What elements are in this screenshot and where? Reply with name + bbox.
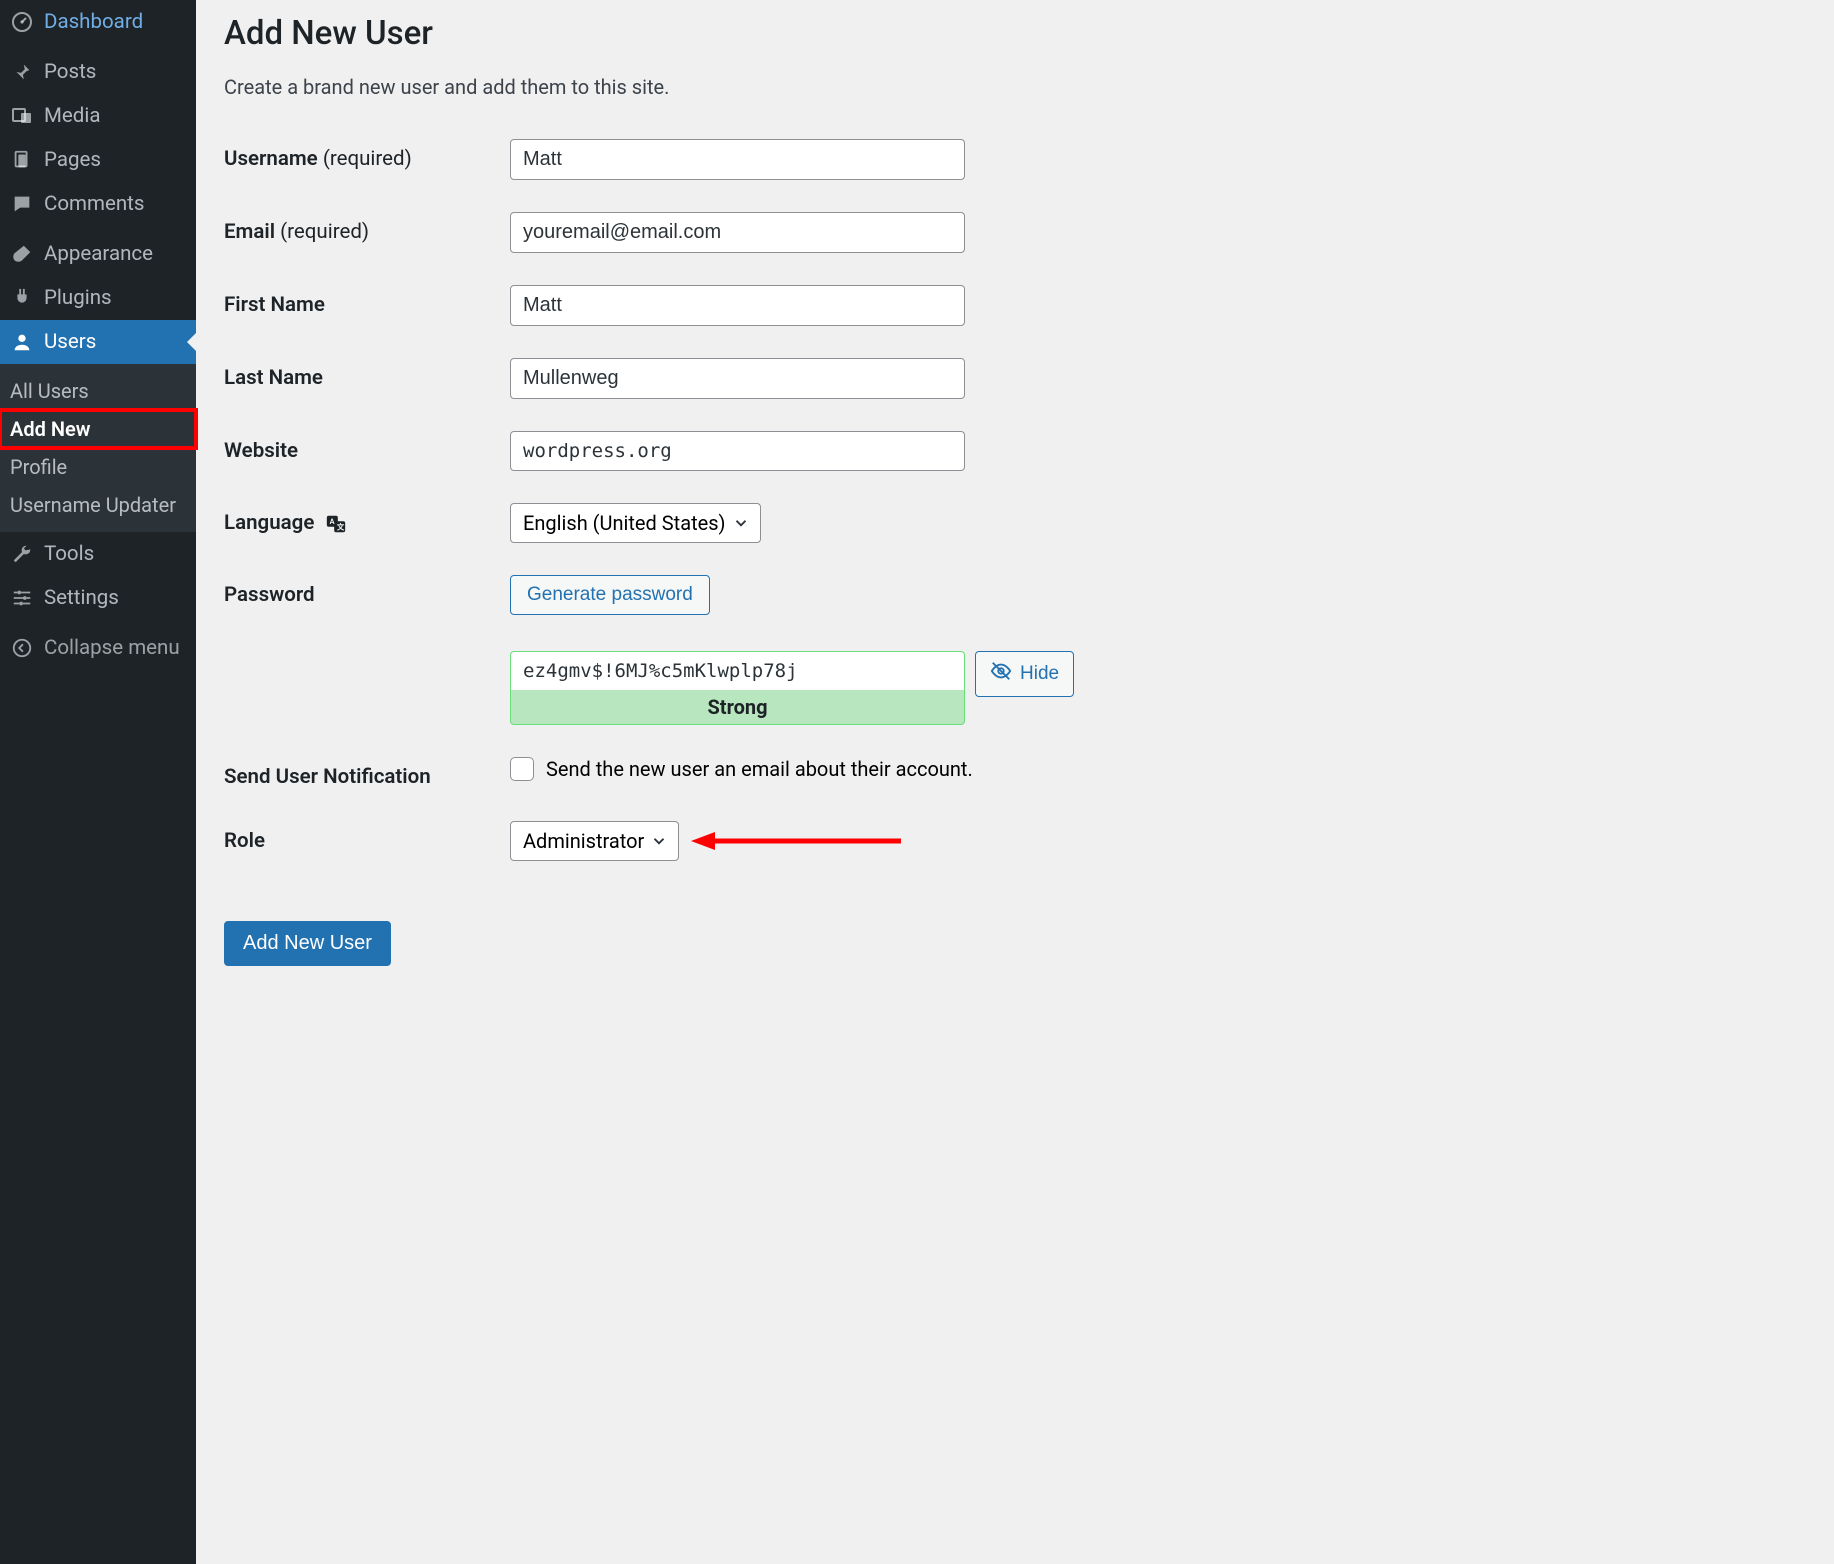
website-label: Website: [224, 431, 510, 463]
comment-icon: [10, 193, 34, 215]
email-input[interactable]: [510, 212, 965, 253]
sidebar-item-label: Settings: [44, 586, 119, 610]
sidebar-item-label: Dashboard: [44, 10, 143, 34]
submenu-item-profile[interactable]: Profile: [0, 448, 196, 486]
brush-icon: [10, 243, 34, 265]
language-label: Language A文: [224, 503, 510, 535]
sidebar-item-label: Pages: [44, 148, 101, 172]
first-name-label: First Name: [224, 285, 510, 317]
page-title: Add New User: [224, 14, 1806, 53]
wrench-icon: [10, 543, 34, 565]
sidebar-item-media[interactable]: Media: [0, 94, 196, 138]
website-input[interactable]: [510, 431, 965, 471]
hide-password-button[interactable]: Hide: [975, 651, 1074, 697]
sidebar-item-comments[interactable]: Comments: [0, 182, 196, 226]
dashboard-icon: [10, 10, 34, 34]
eye-slash-icon: [990, 660, 1012, 688]
password-strength-indicator: Strong: [510, 690, 965, 725]
collapse-icon: [10, 637, 34, 659]
user-icon: [10, 331, 34, 353]
sidebar-item-label: Media: [44, 104, 100, 128]
media-icon: [10, 104, 34, 128]
sidebar-item-tools[interactable]: Tools: [0, 532, 196, 576]
sidebar-item-label: Tools: [44, 542, 94, 566]
sidebar-item-label: Posts: [44, 60, 96, 84]
collapse-label: Collapse menu: [44, 636, 180, 660]
pages-icon: [10, 149, 34, 171]
chevron-down-icon: [650, 832, 668, 850]
sidebar-item-label: Plugins: [44, 286, 112, 310]
users-submenu: All Users Add New Profile Username Updat…: [0, 364, 196, 532]
submenu-item-all-users[interactable]: All Users: [0, 372, 196, 410]
last-name-label: Last Name: [224, 358, 510, 390]
sidebar-item-appearance[interactable]: Appearance: [0, 232, 196, 276]
add-new-user-button[interactable]: Add New User: [224, 921, 391, 966]
sidebar-item-dashboard[interactable]: Dashboard: [0, 0, 196, 44]
username-input[interactable]: [510, 139, 965, 180]
send-notification-checkbox[interactable]: [510, 757, 534, 781]
sidebar-item-label: Appearance: [44, 242, 153, 266]
generate-password-button[interactable]: Generate password: [510, 575, 710, 615]
sliders-icon: [10, 587, 34, 609]
svg-text:文: 文: [336, 522, 345, 531]
main-content: Add New User Create a brand new user and…: [196, 0, 1834, 1564]
page-subtitle: Create a brand new user and add them to …: [224, 75, 1806, 99]
sidebar-item-posts[interactable]: Posts: [0, 50, 196, 94]
svg-text:A: A: [330, 517, 335, 526]
sidebar-item-pages[interactable]: Pages: [0, 138, 196, 182]
sidebar-item-label: Comments: [44, 192, 144, 216]
annotation-arrow: [691, 829, 901, 853]
password-input[interactable]: [510, 651, 965, 690]
plug-icon: [10, 287, 34, 309]
username-label: Username (required): [224, 139, 510, 171]
email-label: Email (required): [224, 212, 510, 244]
pin-icon: [10, 61, 34, 83]
send-notification-label: Send User Notification: [224, 757, 510, 789]
sidebar-item-label: Users: [44, 330, 96, 354]
submenu-item-add-new[interactable]: Add New: [0, 410, 196, 448]
first-name-input[interactable]: [510, 285, 965, 326]
chevron-down-icon: [732, 514, 750, 532]
last-name-input[interactable]: [510, 358, 965, 399]
sidebar-item-users[interactable]: Users: [0, 320, 196, 364]
submenu-item-username-updater[interactable]: Username Updater: [0, 486, 196, 524]
collapse-menu-button[interactable]: Collapse menu: [0, 626, 196, 670]
role-label: Role: [224, 821, 510, 853]
language-select[interactable]: English (United States): [510, 503, 761, 543]
admin-sidebar: Dashboard Posts Media Pages Comments App…: [0, 0, 196, 1564]
sidebar-item-plugins[interactable]: Plugins: [0, 276, 196, 320]
sidebar-item-settings[interactable]: Settings: [0, 576, 196, 620]
role-select[interactable]: Administrator: [510, 821, 679, 861]
password-label: Password: [224, 575, 510, 607]
send-notification-text: Send the new user an email about their a…: [546, 757, 973, 781]
translate-icon: A文: [325, 513, 347, 535]
